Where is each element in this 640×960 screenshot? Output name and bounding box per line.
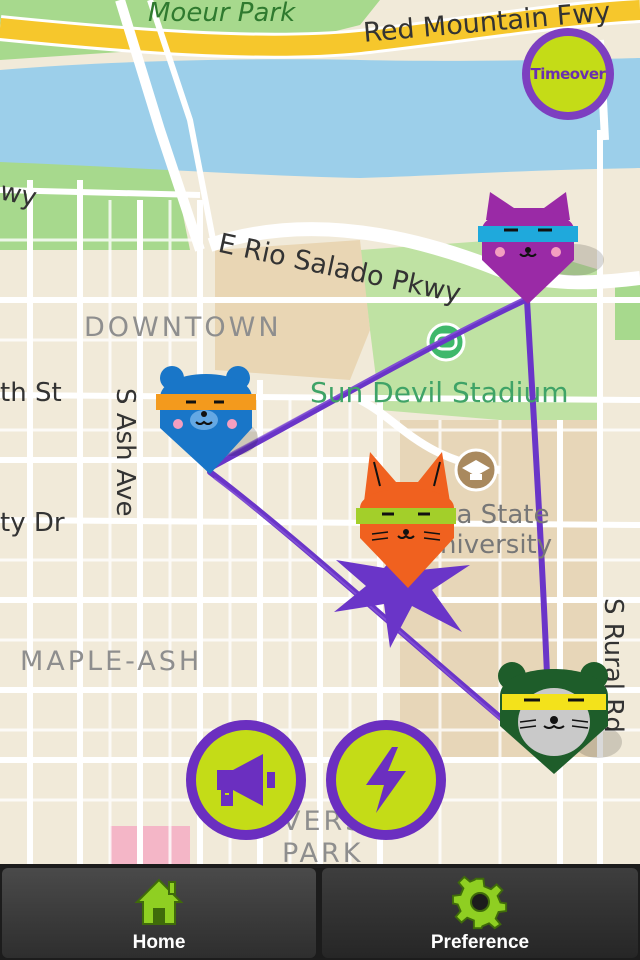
home-icon [134,878,184,925]
timeover-label: Timeover [530,36,606,112]
lightning-button[interactable] [326,720,446,840]
player-marker-bear-blue[interactable] [152,358,262,478]
label-moeur-park: Moeur Park [148,0,296,28]
label-s-ash-ave: S Ash Ave [110,388,140,517]
tab-preference-label: Preference [430,932,530,953]
lightning-icon [366,747,406,813]
player-marker-cat-purple[interactable] [474,190,604,310]
tab-bar: Home Preference [0,864,640,960]
tab-home-label: Home [132,932,186,953]
label-maple-ash: MAPLE-ASH [20,646,203,677]
player-marker-bear-green[interactable] [494,656,624,778]
label-ty-dr: ty Dr [0,508,65,538]
player-marker-fox-orange[interactable] [352,452,462,592]
tab-home[interactable]: Home [2,868,316,958]
label-downtown: DOWNTOWN [84,312,282,343]
university-marker-icon [454,448,498,492]
timeover-button[interactable]: Timeover [522,28,614,120]
megaphone-button[interactable] [186,720,306,840]
megaphone-icon [217,754,275,806]
label-sun-devil-stadium: Sun Devil Stadium [310,376,569,409]
label-th-st: th St [0,378,62,408]
tab-preference[interactable]: Preference [322,868,638,958]
map-view[interactable]: Moeur Park Red Mountain Fwy wy E Rio Sal… [0,0,640,869]
gear-icon [452,875,508,930]
